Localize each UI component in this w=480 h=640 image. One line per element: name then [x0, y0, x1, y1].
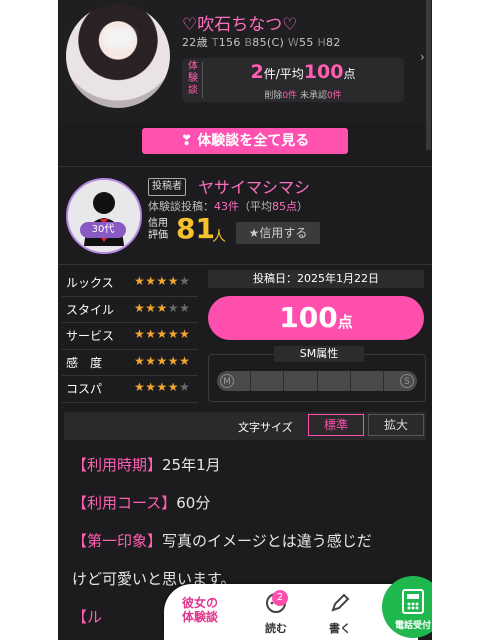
- rating-row: コスパ ★★★★★: [62, 376, 198, 403]
- star-icon: ★: [156, 353, 168, 368]
- review-summary-label: 体験談: [188, 61, 198, 96]
- chevron-right-icon[interactable]: ›: [420, 50, 425, 64]
- credit-unit: 人: [212, 229, 226, 245]
- star-rating: ★★★★★: [134, 327, 190, 341]
- age-badge: 30代: [80, 222, 126, 238]
- poster-tag: 投稿者: [148, 178, 186, 196]
- font-size-large-button[interactable]: 拡大: [368, 414, 424, 436]
- call-button[interactable]: 電話受付: [382, 576, 432, 638]
- sm-s-marker: S: [400, 374, 414, 388]
- divider: [58, 264, 432, 265]
- font-size-standard-button[interactable]: 標準: [308, 414, 364, 436]
- nav-review-label[interactable]: 彼女の体験談: [178, 596, 222, 624]
- rating-row: スタイル ★★★★★: [62, 297, 198, 323]
- star-icon: ★: [145, 380, 157, 394]
- review-screen: ♡吹石ちなつ♡ 22歳 T156 B85(C) W55 H82 体験談 2件/平…: [58, 0, 432, 640]
- star-rating: ★★★★★: [134, 301, 190, 315]
- font-size-control: 文字サイズ 標準 拡大: [64, 412, 426, 440]
- star-icon: ★: [134, 300, 146, 315]
- nav-read-button[interactable]: 2 読む: [256, 590, 296, 636]
- star-icon: ★: [145, 300, 157, 315]
- star-icon: ★: [145, 353, 157, 368]
- unread-badge: 2: [272, 590, 288, 606]
- reviewer-avatar: [66, 178, 142, 254]
- nav-write-button[interactable]: 書く: [320, 592, 360, 636]
- rating-label: サービス: [66, 329, 115, 343]
- bottom-nav: 彼女の体験談 2 読む 書く 電話受付: [164, 576, 432, 640]
- sm-attribute-bar: M S: [217, 371, 417, 391]
- star-icon: ★: [167, 300, 180, 315]
- star-icon: ★: [156, 300, 168, 315]
- rating-row: ルックス ★★★★★: [62, 270, 198, 297]
- rating-label: ルックス: [66, 276, 114, 290]
- divider: [58, 166, 432, 167]
- post-date: 投稿日：2025年1月22日: [208, 270, 424, 288]
- score-badge: 100点: [208, 296, 424, 340]
- star-icon: ★: [134, 274, 146, 288]
- star-icon: ★: [134, 380, 146, 394]
- ratings-list: ルックス ★★★★★ スタイル ★★★★★ サービス ★★★★★ 感 度 ★★★★★ コスパ ★★…: [62, 270, 198, 403]
- review-count: 2件/平均100点: [250, 61, 356, 83]
- star-icon: ★: [134, 353, 146, 368]
- star-icon: ★: [167, 380, 180, 394]
- girl-name[interactable]: ♡吹石ちなつ♡: [182, 10, 297, 35]
- star-icon: ★: [167, 274, 180, 288]
- star-icon: ★: [179, 353, 191, 368]
- review-summary: 体験談 2件/平均100点 削除0件 未承認0件: [182, 58, 404, 102]
- credit-count: 81: [176, 212, 215, 245]
- review-sub-counts: 削除0件 未承認0件: [264, 91, 342, 101]
- sm-attribute-label: SM属性: [274, 346, 364, 362]
- star-icon: ★: [167, 327, 180, 341]
- star-icon: ★: [179, 274, 191, 288]
- heart-icon: ❣: [180, 133, 193, 149]
- star-icon: ★: [145, 327, 157, 341]
- star-rating: ★★★★★: [134, 274, 190, 288]
- girl-stats: 22歳 T156 B85(C) W55 H82: [182, 36, 341, 49]
- poster-stats: 体験談投稿：43件（平均85点）: [148, 200, 308, 213]
- rating-label: スタイル: [66, 302, 115, 317]
- rating-row: 感 度 ★★★★★: [62, 350, 198, 376]
- girl-profile-card[interactable]: ♡吹石ちなつ♡ 22歳 T156 B85(C) W55 H82 体験談 2件/平…: [58, 0, 432, 122]
- star-icon: ★: [179, 327, 191, 341]
- credit-label: 信用評価: [148, 218, 168, 241]
- font-size-label: 文字サイズ: [238, 421, 293, 434]
- girl-photo[interactable]: [66, 4, 170, 108]
- scrollbar[interactable]: [426, 0, 431, 150]
- star-icon: ★: [134, 327, 146, 341]
- trust-button[interactable]: ★信用する: [236, 222, 320, 244]
- star-rating: ★★★★★: [134, 354, 190, 368]
- rating-label: コスパ: [66, 382, 103, 396]
- phone-icon: [402, 589, 424, 614]
- star-icon: ★: [156, 274, 168, 288]
- star-icon: ★: [156, 380, 168, 394]
- poster-name[interactable]: ヤサイマシマシ: [198, 174, 310, 198]
- star-icon: ★: [145, 274, 157, 288]
- star-rating: ★★★★★: [134, 380, 190, 394]
- star-icon: ★: [156, 327, 168, 341]
- star-icon: ★: [179, 380, 191, 394]
- rating-label: 感 度: [66, 355, 103, 370]
- star-icon: ★: [179, 300, 191, 315]
- rating-row: サービス ★★★★★: [62, 323, 198, 350]
- sm-m-marker: M: [220, 374, 234, 388]
- star-icon: ★: [167, 353, 180, 368]
- view-all-reviews-button[interactable]: ❣ 体験談を全て見る: [142, 128, 348, 154]
- pencil-icon: [331, 593, 350, 612]
